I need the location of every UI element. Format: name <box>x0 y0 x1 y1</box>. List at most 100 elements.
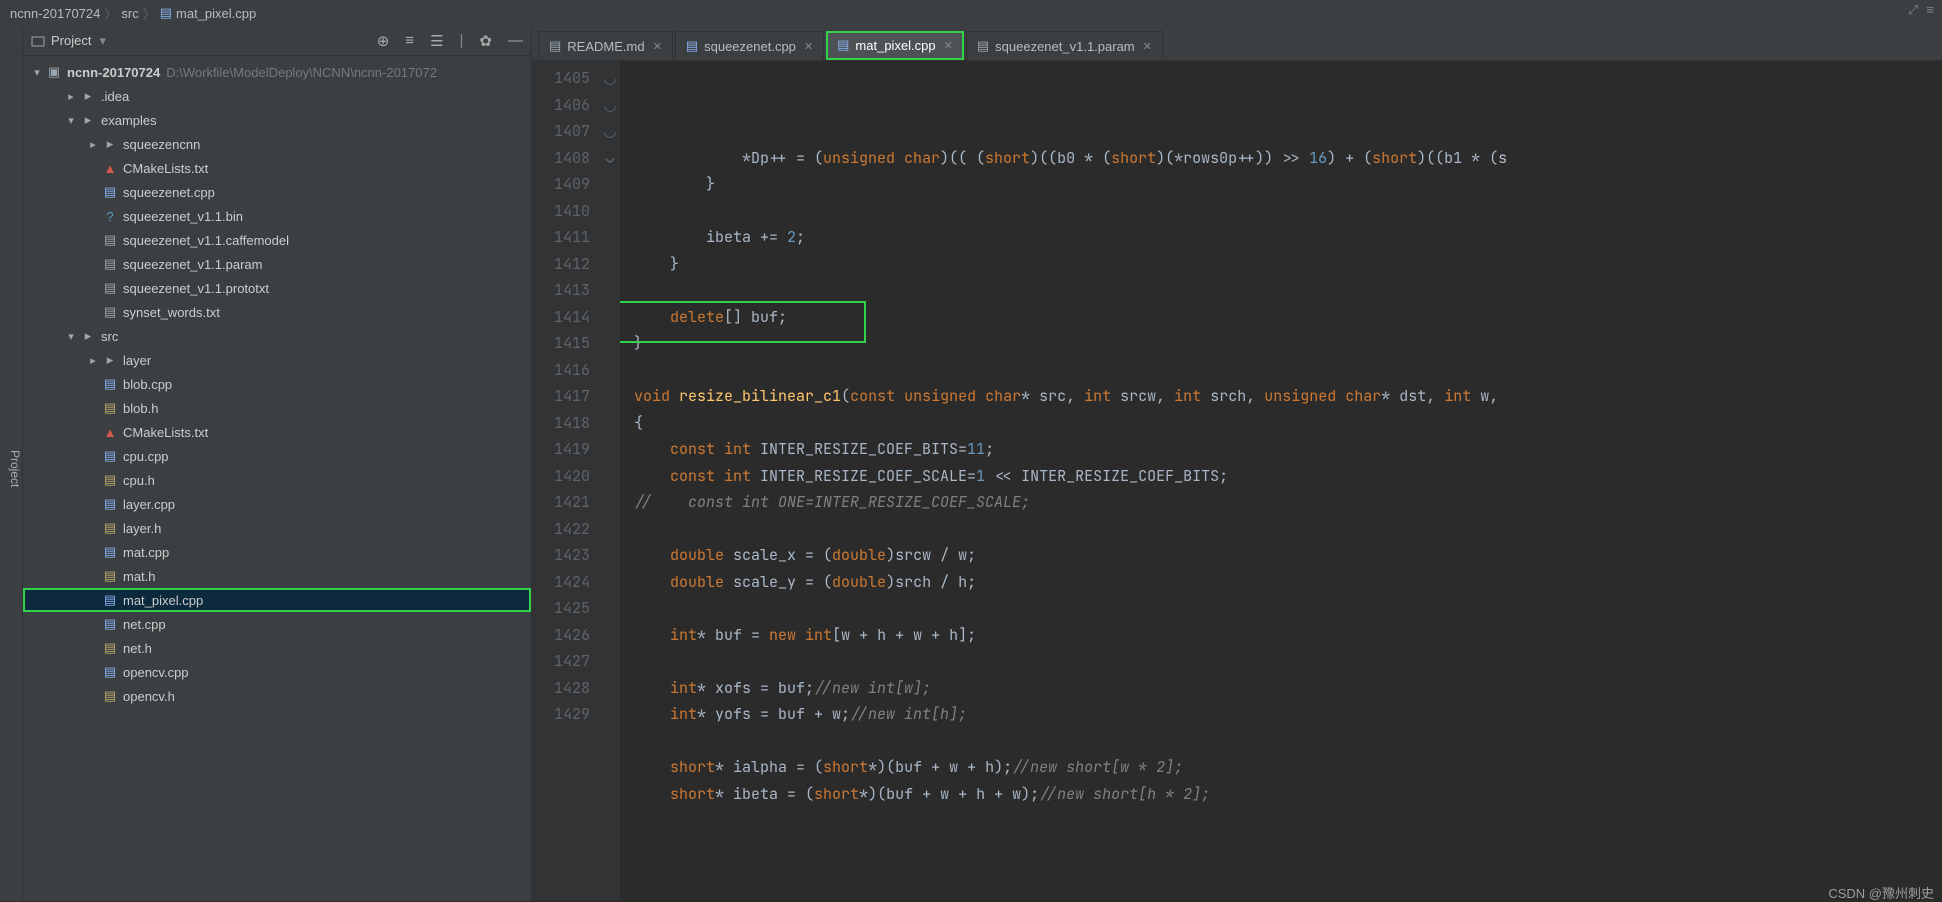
line-number[interactable]: 1408 <box>532 145 590 172</box>
tree-item-cpu-h[interactable]: ▤cpu.h <box>23 468 531 492</box>
code-line[interactable]: ibeta += 2; <box>634 224 1942 251</box>
tab-mat-pixel-cpp[interactable]: ▤mat_pixel.cpp✕ <box>826 31 964 60</box>
tree-item-mat-h[interactable]: ▤mat.h <box>23 564 531 588</box>
code-line[interactable]: } <box>634 251 1942 278</box>
expand-all-icon[interactable]: ≡ <box>405 32 414 50</box>
line-number[interactable]: 1421 <box>532 489 590 516</box>
tree-item-squeezencnn[interactable]: ▸▸squeezencnn <box>23 132 531 156</box>
tree-root[interactable]: ▾ ▣ ncnn-20170724 D:\Workfile\ModelDeplo… <box>23 60 531 84</box>
line-number[interactable]: 1422 <box>532 516 590 543</box>
line-number[interactable]: 1427 <box>532 648 590 675</box>
locate-icon[interactable]: ⊕ <box>377 32 390 50</box>
close-icon[interactable]: ✕ <box>1143 40 1152 53</box>
tree-item-squeezenet-v1-1-caffemodel[interactable]: ▤squeezenet_v1.1.caffemodel <box>23 228 531 252</box>
collapse-all-icon[interactable]: ☰ <box>430 32 443 50</box>
project-tool-stripe[interactable]: Project <box>0 26 23 901</box>
code-line[interactable]: delete[] buf; <box>634 304 1942 331</box>
line-number[interactable]: 1420 <box>532 463 590 490</box>
line-number[interactable]: 1417 <box>532 383 590 410</box>
code-line[interactable] <box>634 198 1942 225</box>
close-icon[interactable]: ✕ <box>653 40 662 53</box>
code-line[interactable]: int* yofs = buf + w;//new int[h]; <box>634 701 1942 728</box>
line-number[interactable]: 1415 <box>532 330 590 357</box>
line-number[interactable]: 1423 <box>532 542 590 569</box>
code-line[interactable]: // const int ONE=INTER_RESIZE_COEF_SCALE… <box>634 489 1942 516</box>
code-line[interactable]: *Dp++ = (unsigned char)(( (short)((b0 * … <box>634 145 1942 172</box>
line-number[interactable]: 1418 <box>532 410 590 437</box>
chevron-right-icon[interactable]: ▸ <box>63 90 79 103</box>
tree-item-opencv-h[interactable]: ▤opencv.h <box>23 684 531 708</box>
close-icon[interactable]: ✕ <box>944 39 953 52</box>
code-line[interactable]: short* ialpha = (short*)(buf + w + h);//… <box>634 754 1942 781</box>
line-number[interactable]: 1412 <box>532 251 590 278</box>
tree-item-squeezenet-cpp[interactable]: ▤squeezenet.cpp <box>23 180 531 204</box>
line-number[interactable]: 1407 <box>532 118 590 145</box>
tree-item-layer-cpp[interactable]: ▤layer.cpp <box>23 492 531 516</box>
tree-item-blob-cpp[interactable]: ▤blob.cpp <box>23 372 531 396</box>
breadcrumb-file[interactable]: mat_pixel.cpp <box>176 6 256 21</box>
code-line[interactable] <box>634 728 1942 755</box>
line-number[interactable]: 1413 <box>532 277 590 304</box>
hide-icon[interactable]: — <box>508 32 523 50</box>
line-number[interactable]: 1406 <box>532 92 590 119</box>
tree-item-net-cpp[interactable]: ▤net.cpp <box>23 612 531 636</box>
tree-item-examples[interactable]: ▾▸examples <box>23 108 531 132</box>
line-number[interactable]: 1416 <box>532 357 590 384</box>
tree-item-blob-h[interactable]: ▤blob.h <box>23 396 531 420</box>
tree-item-net-h[interactable]: ▤net.h <box>23 636 531 660</box>
code-line[interactable] <box>634 277 1942 304</box>
tree-item-cmakelists-txt[interactable]: ▲CMakeLists.txt <box>23 420 531 444</box>
code-line[interactable]: } <box>634 330 1942 357</box>
line-number[interactable]: 1410 <box>532 198 590 225</box>
tree-item-layer-h[interactable]: ▤layer.h <box>23 516 531 540</box>
line-number[interactable]: 1405 <box>532 65 590 92</box>
fold-marker[interactable]: ◡ <box>600 92 620 119</box>
fold-marker[interactable]: ◡ <box>600 118 620 145</box>
tree-item-mat-pixel-cpp[interactable]: ▤mat_pixel.cpp <box>23 588 531 612</box>
code-line[interactable] <box>634 357 1942 384</box>
code-line[interactable]: int* xofs = buf;//new int[w]; <box>634 675 1942 702</box>
code-area[interactable]: *Dp++ = (unsigned char)(( (short)((b0 * … <box>620 61 1942 901</box>
code-line[interactable] <box>634 648 1942 675</box>
line-number[interactable]: 1419 <box>532 436 590 463</box>
project-tree[interactable]: ▾ ▣ ncnn-20170724 D:\Workfile\ModelDeplo… <box>23 56 531 901</box>
tree-item-layer[interactable]: ▸▸layer <box>23 348 531 372</box>
fold-marker[interactable]: ◡ <box>600 65 620 92</box>
tab-squeezenet-cpp[interactable]: ▤squeezenet.cpp✕ <box>675 31 824 60</box>
chevron-down-icon[interactable]: ▾ <box>99 33 106 49</box>
tree-item--idea[interactable]: ▸▸.idea <box>23 84 531 108</box>
code-line[interactable]: } <box>634 171 1942 198</box>
fold-marker[interactable]: ⌄ <box>600 145 620 172</box>
build-icon[interactable]: ⤢ <box>1908 2 1918 18</box>
tree-item-mat-cpp[interactable]: ▤mat.cpp <box>23 540 531 564</box>
line-number[interactable]: 1428 <box>532 675 590 702</box>
tab-readme-md[interactable]: ▤README.md✕ <box>538 31 673 60</box>
tree-item-src[interactable]: ▾▸src <box>23 324 531 348</box>
chevron-right-icon[interactable]: ▸ <box>85 138 101 151</box>
tree-item-opencv-cpp[interactable]: ▤opencv.cpp <box>23 660 531 684</box>
code-line[interactable]: short* ibeta = (short*)(buf + w + h + w)… <box>634 781 1942 808</box>
line-number[interactable]: 1414 <box>532 304 590 331</box>
line-number[interactable]: 1424 <box>532 569 590 596</box>
code-line[interactable] <box>634 595 1942 622</box>
code-line[interactable]: const int INTER_RESIZE_COEF_SCALE=1 << I… <box>634 463 1942 490</box>
tree-item-squeezenet-v1-1-bin[interactable]: ?squeezenet_v1.1.bin <box>23 204 531 228</box>
tree-item-cpu-cpp[interactable]: ▤cpu.cpp <box>23 444 531 468</box>
chevron-down-icon[interactable]: ▾ <box>63 330 79 343</box>
code-line[interactable]: { <box>634 410 1942 437</box>
tree-item-cmakelists-txt[interactable]: ▲CMakeLists.txt <box>23 156 531 180</box>
line-number[interactable]: 1425 <box>532 595 590 622</box>
breadcrumb-folder[interactable]: src <box>121 6 138 21</box>
code-line[interactable]: const int INTER_RESIZE_COEF_BITS=11; <box>634 436 1942 463</box>
code-line[interactable]: double scale_y = (double)srch / h; <box>634 569 1942 596</box>
breadcrumb-root[interactable]: ncnn-20170724 <box>10 6 100 21</box>
chevron-down-icon[interactable]: ▾ <box>63 114 79 127</box>
close-icon[interactable]: ✕ <box>804 40 813 53</box>
fold-gutter[interactable]: ◡◡◡⌄ <box>600 61 620 901</box>
tab-squeezenet-v1-1-param[interactable]: ▤squeezenet_v1.1.param✕ <box>966 31 1163 60</box>
gear-icon[interactable]: ✿ <box>479 32 492 50</box>
chevron-right-icon[interactable]: ▸ <box>85 354 101 367</box>
tree-item-squeezenet-v1-1-prototxt[interactable]: ▤squeezenet_v1.1.prototxt <box>23 276 531 300</box>
line-number-gutter[interactable]: 1405140614071408140914101411141214131414… <box>532 61 600 901</box>
line-number[interactable]: 1411 <box>532 224 590 251</box>
